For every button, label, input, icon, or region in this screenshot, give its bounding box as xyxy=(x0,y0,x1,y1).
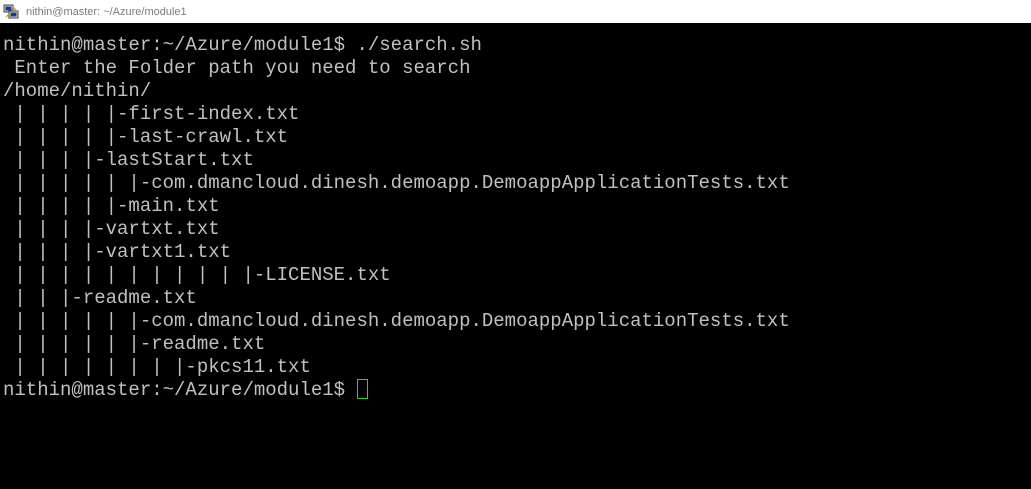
terminal-line: | | | |-vartxt1.txt xyxy=(3,241,232,263)
text-cursor xyxy=(357,379,369,399)
terminal-line: | | | | | |-readme.txt xyxy=(3,333,266,355)
terminal-output[interactable]: nithin@master:~/Azure/module1$ ./search.… xyxy=(3,34,1031,489)
terminal-line: | | | |-vartxt.txt xyxy=(3,218,220,240)
terminal-line: | | | | | |-com.dmancloud.dinesh.demoapp… xyxy=(3,310,790,332)
terminal-line: | | | | | | | |-pkcs11.txt xyxy=(3,356,311,378)
terminal-line: /home/nithin/ xyxy=(3,80,152,102)
terminal-line: | | | | |-last-crawl.txt xyxy=(3,126,289,148)
terminal-line: Enter the Folder path you need to search xyxy=(3,57,471,79)
terminal-window: nithin@master: ~/Azure/module1 nithin@ma… xyxy=(0,0,1031,489)
terminal-line: | | | | |-first-index.txt xyxy=(3,103,300,125)
window-title: nithin@master: ~/Azure/module1 xyxy=(26,5,187,18)
shell-prompt: nithin@master:~/Azure/module1$ xyxy=(3,379,357,401)
terminal-line: | | |-readme.txt xyxy=(3,287,197,309)
terminal-line: | | | | | | | | | | |-LICENSE.txt xyxy=(3,264,391,286)
terminal-line: nithin@master:~/Azure/module1$ ./search.… xyxy=(3,34,482,56)
prompt-line[interactable]: nithin@master:~/Azure/module1$ xyxy=(3,379,1031,402)
putty-icon xyxy=(3,4,19,20)
terminal-line: | | | | |-main.txt xyxy=(3,195,220,217)
title-bar[interactable]: nithin@master: ~/Azure/module1 xyxy=(0,0,1031,23)
terminal-line: | | | | | |-com.dmancloud.dinesh.demoapp… xyxy=(3,172,790,194)
terminal-line: | | | |-lastStart.txt xyxy=(3,149,254,171)
